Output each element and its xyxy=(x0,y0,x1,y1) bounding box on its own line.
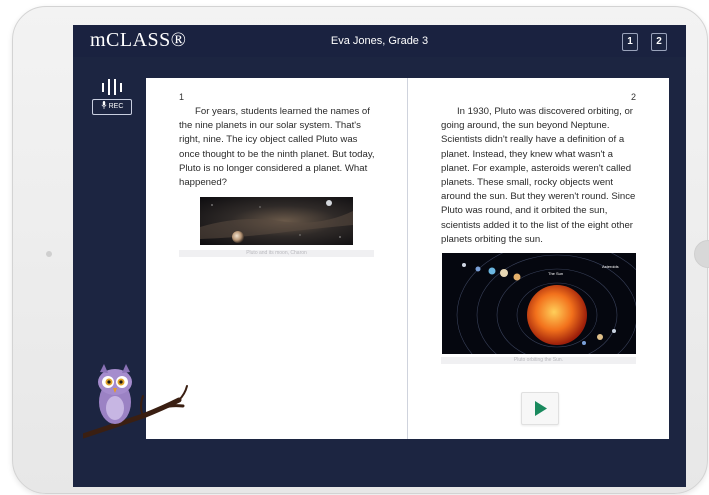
page-text-left: For years, students learned the names of… xyxy=(179,106,375,189)
page-number-right: 2 xyxy=(631,92,637,102)
tablet-frame: mCLASS® Eva Jones, Grade 3 1 2 REC 1 For… xyxy=(12,6,709,494)
audio-bars-icon xyxy=(102,79,122,95)
page-number-left: 1 xyxy=(179,92,185,102)
app-footer xyxy=(73,439,686,487)
book-page-right: 2 In 1930, Pluto was discovered orbiting… xyxy=(408,78,669,439)
app-screen: mCLASS® Eva Jones, Grade 3 1 2 REC 1 For… xyxy=(73,25,686,487)
app-header: mCLASS® Eva Jones, Grade 3 1 2 xyxy=(73,25,686,57)
camera-dot xyxy=(46,251,52,257)
page-1-button[interactable]: 1 xyxy=(622,33,638,51)
space-photo xyxy=(200,200,353,243)
caption-left: Pluto and its moon, Charon xyxy=(179,250,374,257)
solar-system-diagram: The Sun Asteroids xyxy=(442,253,636,354)
page-2-button[interactable]: 2 xyxy=(651,33,667,51)
student-name: Eva Jones, Grade 3 xyxy=(330,35,429,47)
label-asteroids: Asteroids xyxy=(602,264,619,269)
pluto-charon-image xyxy=(200,197,353,245)
book-spread: 1 For years, students learned the names … xyxy=(146,78,669,439)
play-button[interactable] xyxy=(521,392,559,425)
record-button[interactable]: REC xyxy=(92,99,132,115)
record-label: REC xyxy=(108,103,124,110)
label-the-sun: The Sun xyxy=(548,271,563,276)
play-icon xyxy=(535,401,547,416)
page-text-right: In 1930, Pluto was discovered orbiting, … xyxy=(441,106,636,245)
solar-system-illustration: The Sun Asteroids xyxy=(456,253,636,354)
caption-right: Pluto orbiting the Sun. xyxy=(441,357,636,364)
microphone-icon xyxy=(101,101,107,109)
home-button[interactable] xyxy=(694,240,709,268)
